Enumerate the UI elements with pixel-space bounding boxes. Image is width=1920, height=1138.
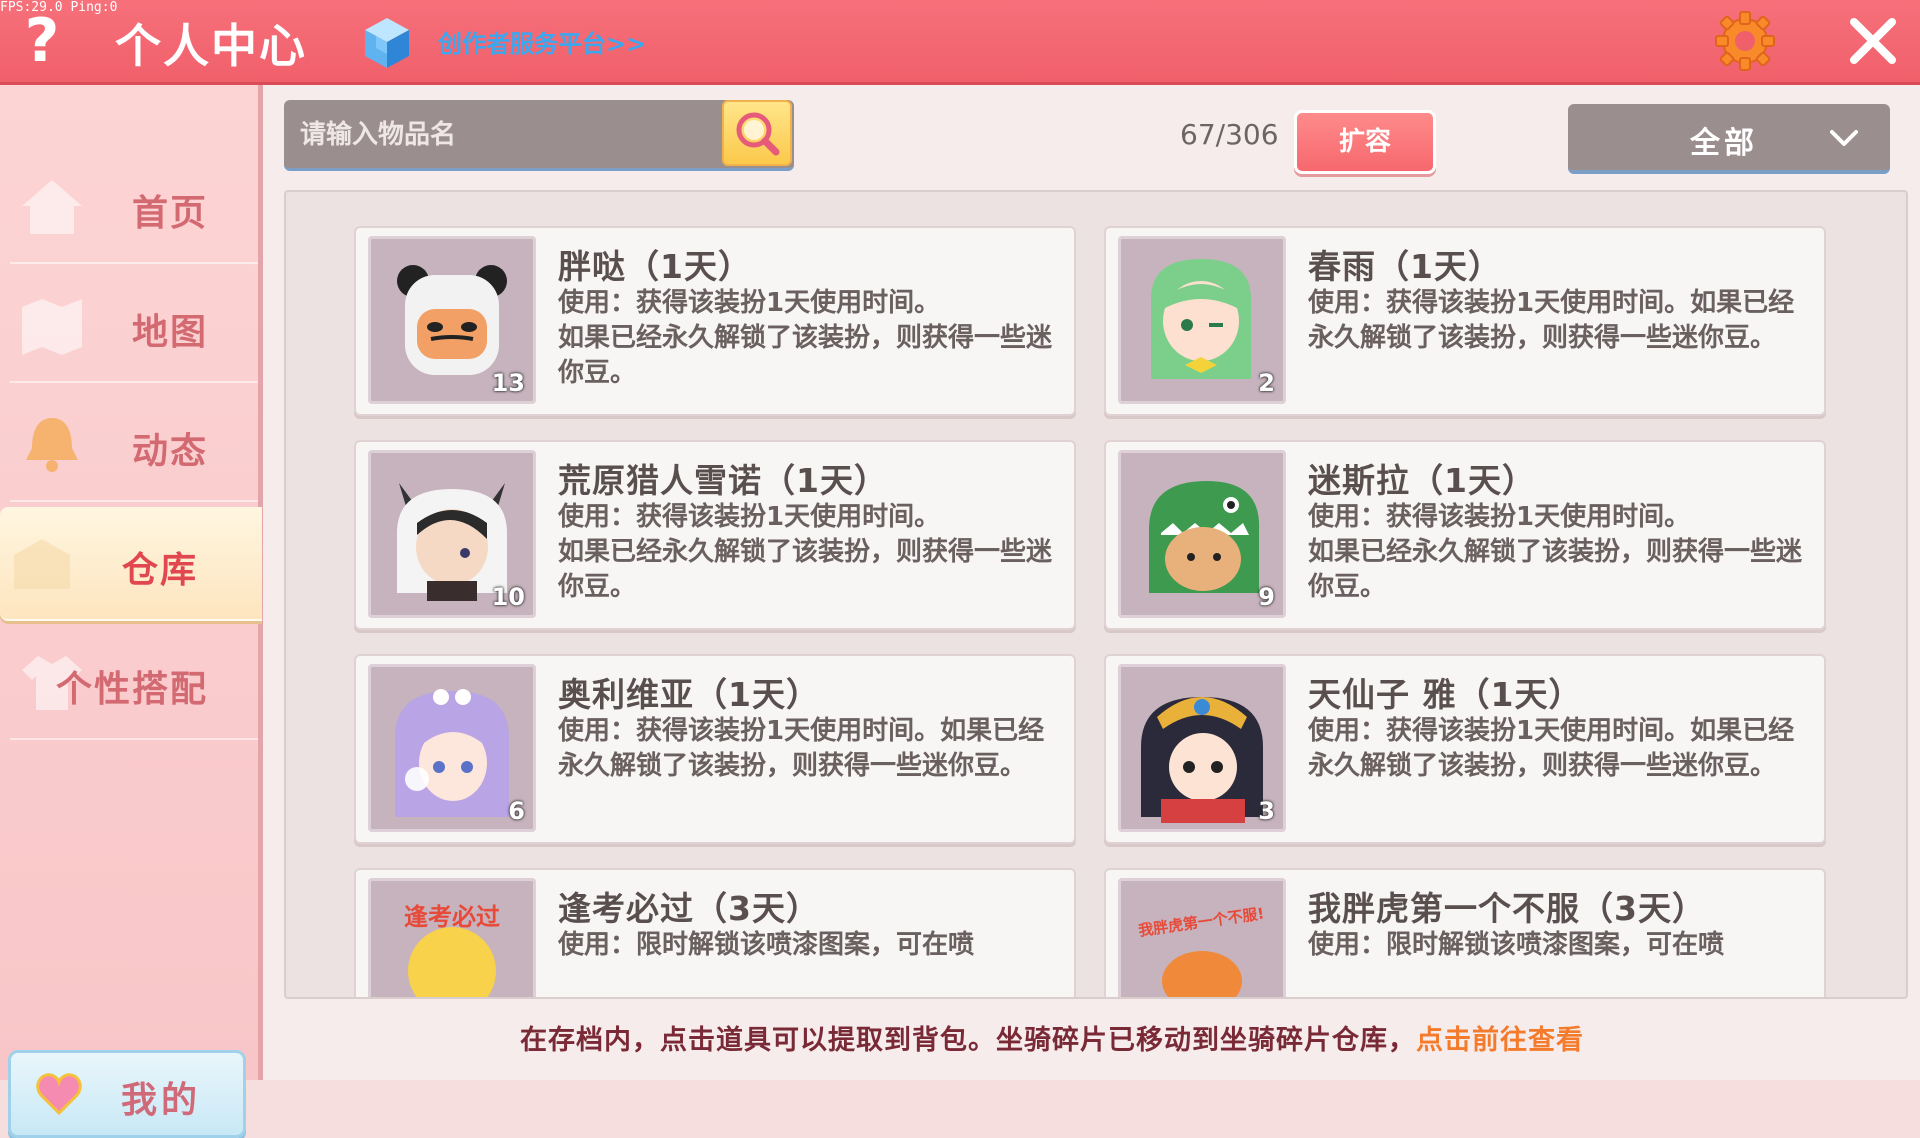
item-count: 2 [1258, 369, 1275, 397]
item-thumbnail: 6 [368, 664, 536, 832]
heart-icon [36, 1073, 82, 1115]
item-card[interactable]: 13 胖哒（1天） 使用：获得该装扮1天使用时间。 如果已经永久解锁了该装扮，则… [354, 226, 1076, 416]
item-card[interactable]: 3 天仙子 雅（1天） 使用：获得该装扮1天使用时间。如果已经永久解锁了该装扮，… [1104, 654, 1826, 844]
item-name: 奥利维亚（1天） [558, 675, 820, 714]
item-description: 使用：限时解锁该喷漆图案，可在喷 [558, 930, 975, 960]
expand-button[interactable]: 扩容 [1294, 110, 1436, 174]
item-description: 使用：获得该装扮1天使用时间。 如果已经永久解锁了该装扮，则获得一些迷你豆。 [1308, 502, 1803, 602]
item-card[interactable]: 6 奥利维亚（1天） 使用：获得该装扮1天使用时间。如果已经永久解锁了该装扮，则… [354, 654, 1076, 844]
question-mark-icon: ? [24, 6, 60, 76]
item-card[interactable]: 我胖虎第一个不服! 我胖虎第一个不服（3天） 使用：限时解锁该喷漆图案，可在喷 [1104, 868, 1826, 997]
item-name: 荒原猎人雪诺（1天） [558, 461, 888, 500]
search-icon [736, 112, 780, 156]
item-list: 13 胖哒（1天） 使用：获得该装扮1天使用时间。 如果已经永久解锁了该装扮，则… [284, 190, 1908, 999]
sidebar-item-label: 地图 [131, 312, 208, 353]
item-thumbnail: 2 [1118, 236, 1286, 404]
item-thumbnail: 9 [1118, 450, 1286, 618]
sidebar: 首页 地图 动态 仓库 个性搭配 我的 [0, 85, 263, 1138]
spray-text: 逢考必过 [404, 903, 500, 931]
item-thumbnail: 我胖虎第一个不服! [1118, 878, 1286, 997]
cube-icon [365, 18, 409, 68]
item-thumbnail: 3 [1118, 664, 1286, 832]
view-mount-warehouse-link[interactable]: 点击前往查看 [1416, 1025, 1584, 1056]
mine-button-label: 我的 [121, 1080, 202, 1121]
search-box [284, 100, 794, 171]
top-bar: FPS:29.0 Ping:0 ? 个人中心 创作者服务平台>> [0, 0, 1920, 85]
item-card[interactable]: 2 春雨（1天） 使用：获得该装扮1天使用时间。如果已经永久解锁了该装扮，则获得… [1104, 226, 1826, 416]
item-name: 天仙子 雅（1天） [1308, 675, 1583, 714]
item-thumbnail: 逢考必过 [368, 878, 536, 997]
item-description: 使用：获得该装扮1天使用时间。如果已经永久解锁了该装扮，则获得一些迷你豆。 [1308, 716, 1795, 781]
item-description: 使用：限时解锁该喷漆图案，可在喷 [1308, 930, 1725, 960]
item-thumbnail: 10 [368, 450, 536, 618]
tiger-spray-icon: 我胖虎第一个不服! [1137, 904, 1265, 997]
item-name: 迷斯拉（1天） [1308, 461, 1536, 500]
help-button[interactable]: ? [18, 8, 66, 74]
capacity-counter: 67/306 [1180, 118, 1279, 151]
sidebar-item-label: 个性搭配 [55, 669, 208, 710]
item-count: 13 [491, 369, 525, 397]
item-description: 使用：获得该装扮1天使用时间。如果已经永久解锁了该装扮，则获得一些迷你豆。 [1308, 288, 1795, 353]
item-name: 胖哒（1天） [558, 247, 752, 286]
sidebar-item-warehouse[interactable]: 仓库 [0, 507, 262, 621]
footer-note: 在存档内，点击道具可以提取到背包。坐骑碎片已移动到坐骑碎片仓库，点击前往查看 [520, 1018, 1584, 1057]
sidebar-item-map[interactable]: 地图 [10, 269, 258, 383]
creator-platform-link[interactable]: 创作者服务平台>> [438, 24, 646, 59]
item-name: 逢考必过（3天） [558, 889, 820, 928]
spray-text: 我胖虎第一个不服! [1137, 904, 1265, 939]
item-description: 使用：获得该装扮1天使用时间。如果已经永久解锁了该装扮，则获得一些迷你豆。 [558, 716, 1045, 781]
exam-spray-icon: 逢考必过 [404, 903, 500, 997]
search-button[interactable] [722, 100, 792, 166]
page-title: 个人中心 [115, 19, 307, 73]
item-card[interactable]: 逢考必过 逢考必过（3天） 使用：限时解锁该喷漆图案，可在喷 [354, 868, 1076, 997]
item-name: 我胖虎第一个不服（3天） [1308, 889, 1706, 928]
sidebar-item-label: 仓库 [121, 550, 198, 591]
item-thumbnail: 13 [368, 236, 536, 404]
item-count: 10 [491, 583, 525, 611]
sidebar-item-feed[interactable]: 动态 [10, 388, 258, 502]
item-description: 使用：获得该装扮1天使用时间。 如果已经永久解锁了该装扮，则获得一些迷你豆。 [558, 288, 1053, 388]
item-card[interactable]: 10 荒原猎人雪诺（1天） 使用：获得该装扮1天使用时间。 如果已经永久解锁了该… [354, 440, 1076, 630]
footer-note-text: 在存档内，点击道具可以提取到背包。坐骑碎片已移动到坐骑碎片仓库， [520, 1025, 1416, 1056]
item-count: 6 [508, 797, 525, 825]
mine-button[interactable]: 我的 [8, 1050, 246, 1138]
search-input[interactable] [298, 112, 702, 158]
close-icon[interactable] [1846, 14, 1900, 68]
gear-icon[interactable] [1712, 8, 1778, 74]
item-description: 使用：获得该装扮1天使用时间。 如果已经永久解锁了该装扮，则获得一些迷你豆。 [558, 502, 1053, 602]
sidebar-item-label: 首页 [131, 193, 208, 234]
filter-dropdown[interactable]: 全部 [1568, 104, 1890, 174]
sidebar-item-label: 动态 [131, 431, 208, 472]
item-name: 春雨（1天） [1308, 247, 1502, 286]
item-count: 3 [1258, 797, 1275, 825]
sidebar-item-home[interactable]: 首页 [10, 150, 258, 264]
item-card[interactable]: 9 迷斯拉（1天） 使用：获得该装扮1天使用时间。 如果已经永久解锁了该装扮，则… [1104, 440, 1826, 630]
chevron-down-icon [1830, 130, 1858, 146]
sidebar-item-outfit[interactable]: 个性搭配 [10, 626, 258, 740]
item-count: 9 [1258, 583, 1275, 611]
